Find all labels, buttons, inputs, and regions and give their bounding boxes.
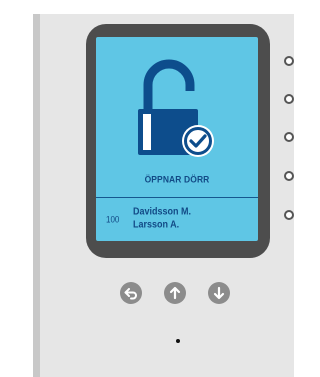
- indicator-dot: [176, 339, 180, 343]
- door-status-text: ÖPPNAR DÖRR: [144, 173, 210, 185]
- side-indicator-light: [284, 210, 294, 220]
- resident-name: Davidsson M.: [133, 205, 192, 217]
- display-screen: ÖPPNAR DÖRR 100 Davidsson M. Larsson A.: [96, 37, 258, 241]
- arrow-down-icon: [213, 286, 225, 300]
- up-button[interactable]: [164, 282, 186, 304]
- door-panel-page: ÖPPNAR DÖRR 100 Davidsson M. Larsson A.: [0, 0, 294, 377]
- down-button[interactable]: [208, 282, 230, 304]
- room-number: 100: [106, 214, 120, 225]
- side-indicator-light: [284, 94, 294, 104]
- back-button[interactable]: [120, 282, 142, 304]
- back-arrow-icon: [124, 288, 137, 300]
- unlocked-padlock-with-check-icon: [138, 59, 214, 157]
- side-indicator-light: [284, 56, 294, 66]
- screen-divider: [96, 197, 258, 198]
- arrow-up-icon: [169, 286, 181, 300]
- panel-edge: [33, 14, 40, 377]
- resident-name: Larsson A.: [133, 218, 180, 230]
- side-indicator-light: [284, 132, 294, 142]
- side-indicator-light: [284, 171, 294, 181]
